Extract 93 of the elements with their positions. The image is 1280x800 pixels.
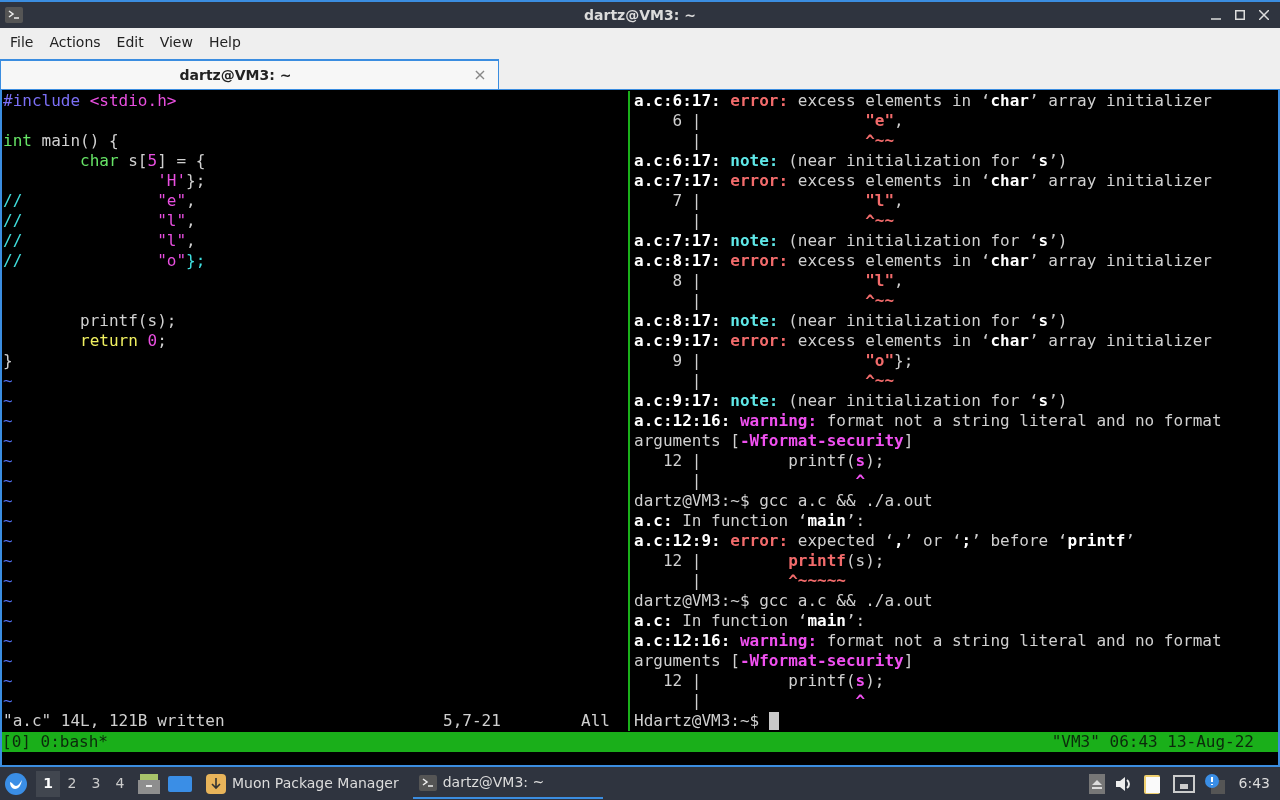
file-cabinet-icon[interactable] [138, 773, 160, 794]
terminal-line: | ^~~ [690, 131, 895, 151]
code-line: // "e", [3, 191, 196, 211]
terminal-line: | ^ [690, 691, 866, 711]
code-line: // "o"}; [3, 251, 206, 271]
terminal-line: a.c: In function ‘main’: [634, 611, 866, 631]
code-line: ~ [3, 451, 13, 471]
terminal-line: a.c:9:17: error: excess elements in ‘char’ array initializer [634, 331, 1212, 351]
menu-item[interactable]: View [151, 32, 201, 53]
workspace-button[interactable]: 3 [84, 770, 108, 797]
terminal-line: a.c:12:9: error: expected ‘,’ or ‘;’ before ‘printf’ [634, 531, 1135, 551]
code-line: ~ [3, 391, 13, 411]
clipboard-icon[interactable] [1142, 772, 1163, 795]
terminal-line: a.c:12:16: warning: format not a string literal and no format [634, 631, 1222, 651]
terminal-line: arguments [-Wformat-security] [634, 651, 914, 671]
package-icon [206, 773, 226, 794]
network-icon[interactable] [1172, 774, 1195, 793]
terminal-line: a.c:8:17: error: excess elements in ‘char’ array initializer [634, 251, 1212, 271]
terminal-line: dartz@VM3:~$ gcc a.c && ./a.out [634, 591, 933, 611]
terminal-line: 7 | "l", [671, 191, 904, 211]
terminal-line: dartz@VM3:~$ gcc a.c && ./a.out [634, 491, 933, 511]
tmux-status-right: "VM3" 06:43 13-Aug-22 [1051, 731, 1254, 753]
tmux-window-list: [0] 0:bash* [2, 730, 108, 754]
terminal-line: 12 | printf(s); [661, 451, 885, 471]
menu-item[interactable]: Edit [108, 32, 152, 53]
code-line: ~ [3, 511, 13, 531]
terminal-line: 12 | printf(s); [661, 671, 885, 691]
code-line: ~ [3, 411, 13, 431]
workspace-button[interactable]: 4 [108, 770, 132, 797]
terminal-line: a.c: In function ‘main’: [634, 511, 866, 531]
clock: 6:43 [1238, 774, 1270, 793]
terminal-line: 8 | "l", [671, 271, 904, 291]
terminal-line: arguments [-Wformat-security] [634, 431, 914, 451]
terminal-line: | ^~~ [690, 211, 895, 231]
menu-item[interactable]: Help [200, 32, 249, 53]
desktop-icon[interactable] [168, 773, 192, 794]
terminal-icon [418, 774, 437, 791]
terminal-line: a.c:12:16: warning: format not a string literal and no format [634, 411, 1222, 431]
terminal-line: 6 | "e", [671, 111, 904, 131]
code-line: char s[5] = { [79, 151, 206, 171]
workspace-button[interactable]: 1 [36, 770, 60, 797]
terminal-line: a.c:6:17: note: (near initialization for ‘s’) [634, 151, 1068, 171]
code-line: ~ [3, 551, 13, 571]
terminal-line: | ^~~ [690, 371, 895, 391]
maximize-icon[interactable] [1235, 10, 1245, 20]
terminal-line: 12 | printf(s); [661, 551, 885, 571]
terminal-line: | ^ [690, 471, 866, 491]
code-line: // "l", [3, 211, 196, 231]
code-line: ~ [3, 471, 13, 491]
code-line: 'H'}; [156, 171, 206, 191]
code-line: return 0; [79, 331, 167, 351]
terminal-tab[interactable]: dartz@VM3: ~ × [0, 59, 499, 89]
scroll-position: All [581, 710, 610, 732]
code-line: ~ [3, 591, 13, 611]
terminal-line: a.c:6:17: error: excess elements in ‘char’ array initializer [634, 91, 1212, 111]
terminal-line: | ^~~~~~ [690, 571, 846, 591]
code-line: } [3, 351, 13, 371]
code-line: #include <stdio.h> [3, 91, 177, 111]
terminal-line: a.c:8:17: note: (near initialization for ‘s’) [634, 311, 1068, 331]
window-title: dartz@VM3: ~ [584, 5, 696, 25]
code-line: ~ [3, 531, 13, 551]
text-cursor [768, 712, 779, 730]
code-line: ~ [3, 611, 13, 631]
eject-icon[interactable] [1088, 773, 1105, 794]
code-line: printf(s); [79, 311, 177, 331]
close-icon[interactable] [1259, 10, 1269, 20]
terminal-line: a.c:9:17: note: (near initialization for ‘s’) [634, 391, 1068, 411]
menu-item[interactable]: File [2, 32, 42, 53]
code-line: // "l", [3, 231, 196, 251]
code-line: ~ [3, 691, 13, 711]
workspace-button[interactable]: 2 [60, 770, 84, 797]
taskbar-task[interactable]: dartz@VM3: ~ [412, 768, 603, 799]
notification-icon[interactable] [1204, 773, 1225, 794]
code-line: ~ [3, 571, 13, 591]
code-line: ~ [3, 651, 13, 671]
terminal-line: | ^~~ [690, 291, 895, 311]
terminal-line: 9 | "o"}; [671, 351, 914, 371]
terminal-icon [5, 7, 23, 23]
terminal-line: a.c:7:17: note: (near initialization for ‘s’) [634, 231, 1068, 251]
terminal-line: a.c:7:17: error: excess elements in ‘char’ array initializer [634, 171, 1212, 191]
code-line: ~ [3, 491, 13, 511]
code-line: ~ [3, 371, 13, 391]
menu-item[interactable]: Actions [41, 32, 109, 53]
code-line: int main() { [3, 131, 119, 151]
code-line: ~ [3, 671, 13, 691]
code-line: ~ [3, 631, 13, 651]
terminal-line: Hdartz@VM3:~$ [634, 711, 779, 731]
start-menu-icon[interactable] [4, 771, 28, 796]
cursor-position: 5,7-21 [443, 710, 502, 732]
code-line: ~ [3, 431, 13, 451]
vim-message: "a.c" 14L, 121B written [3, 710, 226, 732]
volume-icon[interactable] [1114, 774, 1133, 793]
taskbar-task[interactable]: Muon Package Manager [200, 768, 405, 799]
